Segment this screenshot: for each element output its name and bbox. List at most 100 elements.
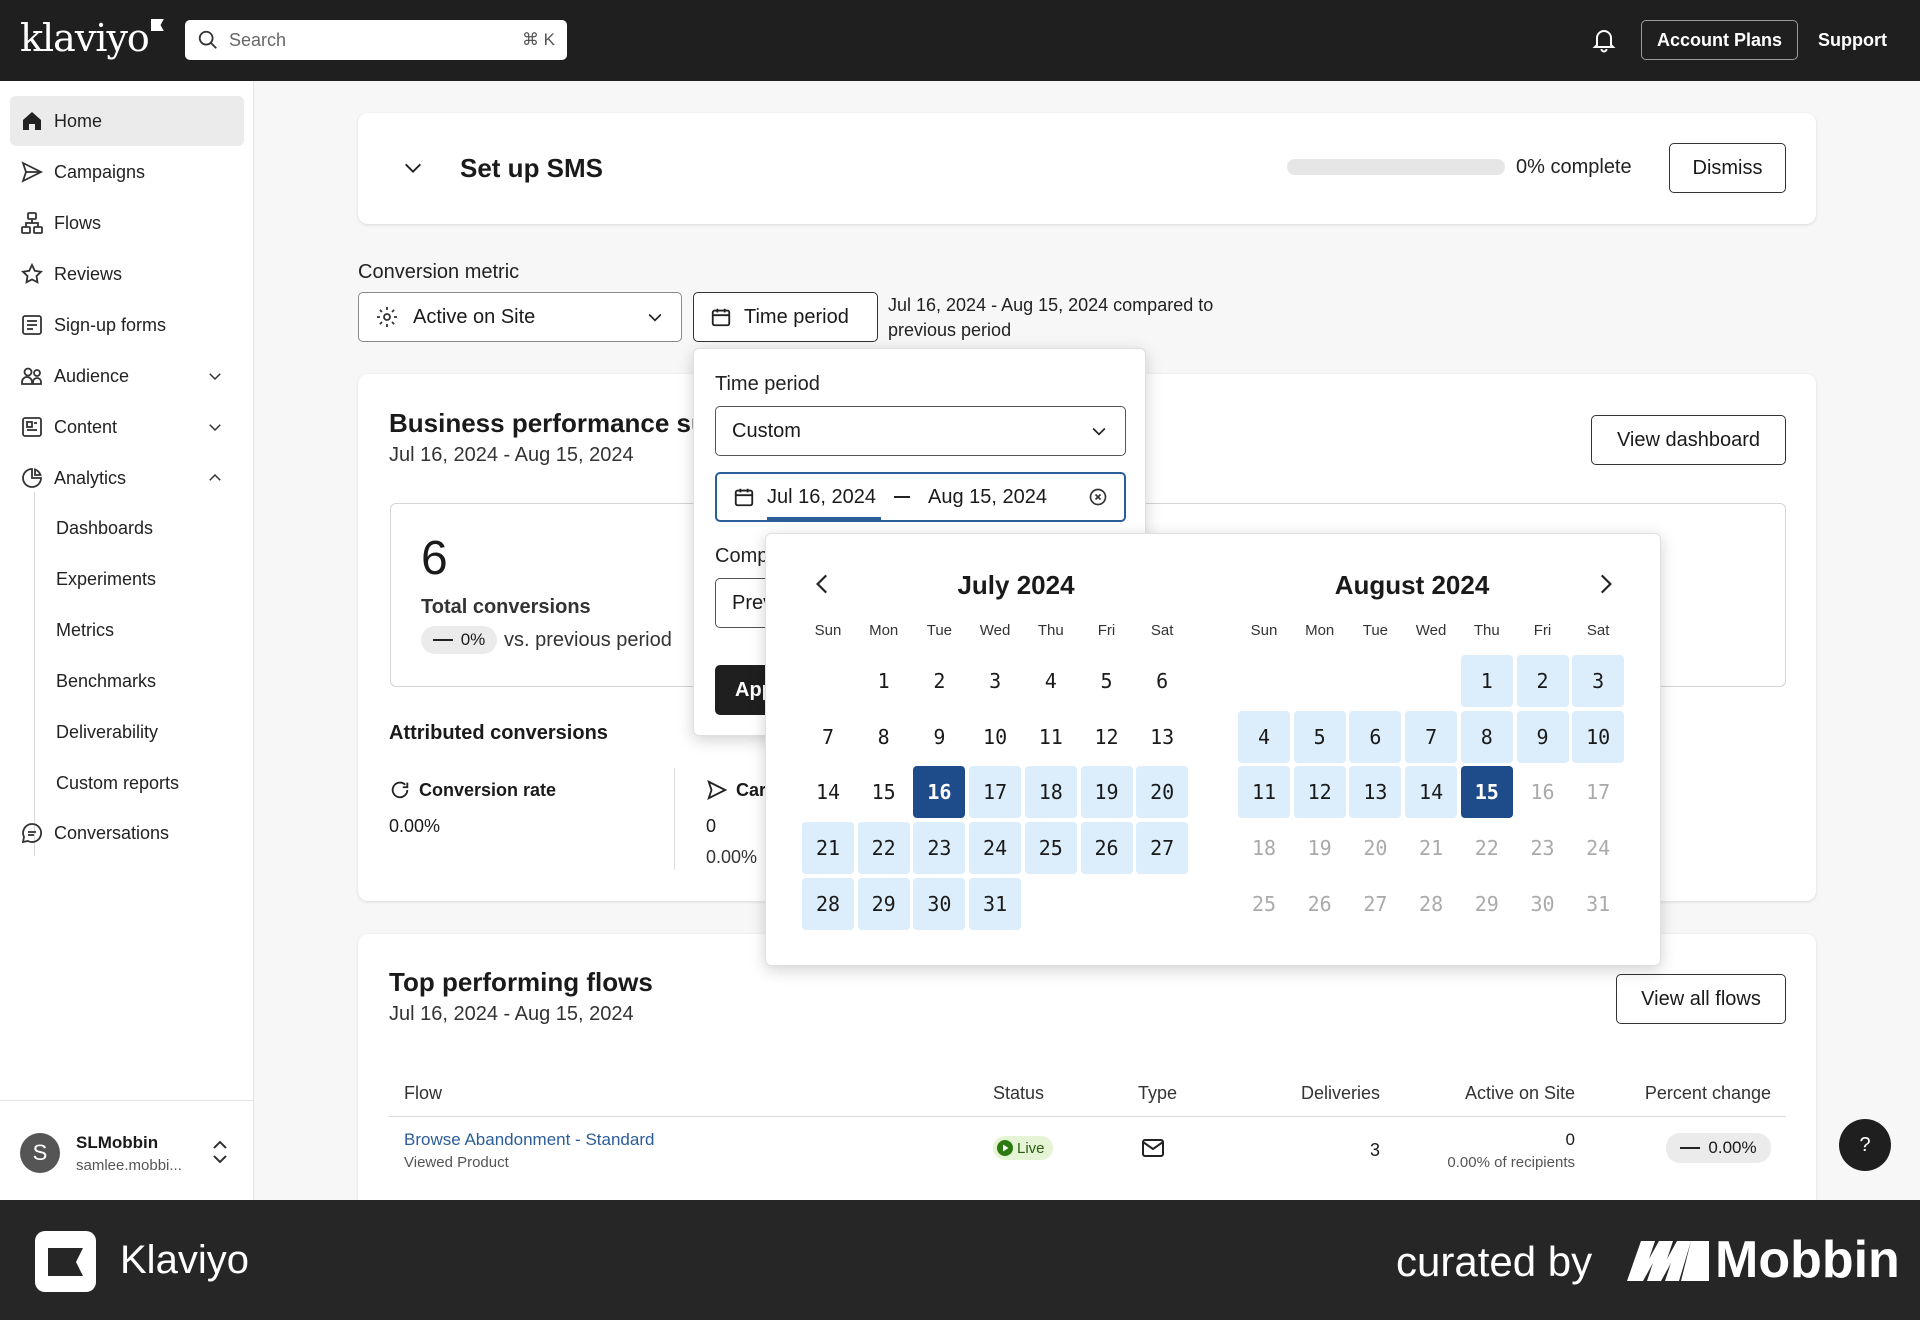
calendar-day[interactable]: 7 [1405,710,1458,763]
calendar-day[interactable]: 27 [1136,822,1189,875]
calendar-day[interactable]: 5 [1293,710,1346,763]
calendar-day[interactable]: 14 [1405,766,1458,819]
sidebar-item-home[interactable]: Home [10,96,244,146]
sidebar-subitem-experiments[interactable]: Experiments [56,569,156,590]
calendar-day[interactable]: 5 [1081,655,1133,707]
send-icon [707,779,728,801]
search-placeholder: Search [229,29,287,50]
calendar-day[interactable]: 9 [1516,710,1569,763]
calendar-day[interactable]: 29 [857,877,910,930]
calendar-day[interactable]: 7 [802,711,854,763]
col-header-deliveries[interactable]: Deliveries [1240,1083,1380,1104]
calendar-day[interactable]: 10 [969,711,1021,763]
sidebar-item-campaigns[interactable]: Campaigns [10,147,244,197]
sidebar-item-content[interactable]: Content [10,402,244,452]
calendar-day[interactable]: 1 [1460,655,1513,707]
flow-trigger: Viewed Product [404,1154,509,1171]
view-all-flows-button[interactable]: View all flows [1616,974,1786,1024]
calendar-day[interactable]: 18 [1024,766,1077,819]
sidebar-subitem-benchmarks[interactable]: Benchmarks [56,671,156,692]
conversion-rate-label: Conversion rate [419,779,557,800]
calendar-day[interactable]: 31 [969,877,1022,930]
help-button[interactable]: ? [1839,1119,1891,1171]
calendar-day[interactable]: 4 [1238,710,1290,763]
col-header-type[interactable]: Type [1138,1083,1177,1104]
calendar-day[interactable]: 15 [1460,766,1513,819]
calendar-day[interactable]: 9 [913,711,965,763]
calendar-day[interactable]: 3 [1572,655,1625,707]
calendar-day[interactable]: 4 [1025,655,1077,707]
calendar-day[interactable]: 21 [802,822,854,875]
sidebar-item-audience[interactable]: Audience [10,351,244,401]
calendar-day[interactable]: 11 [1238,766,1290,819]
time-period-select[interactable]: Custom [715,406,1126,456]
sidebar-subitem-deliverability[interactable]: Deliverability [56,722,158,743]
calendar-day[interactable]: 2 [913,655,965,707]
calendar-day[interactable]: 30 [913,877,966,930]
calendar-day[interactable]: 19 [1080,766,1133,819]
col-header-active-on-site[interactable]: Active on Site [1400,1083,1575,1104]
avatar: S [20,1133,60,1173]
klaviyo-logo[interactable]: klaviyo [20,16,164,60]
search-bar[interactable]: Search ⌘ K [185,20,567,60]
sidebar-item-reviews[interactable]: Reviews [10,249,244,299]
calendar-day[interactable]: 1 [858,655,910,707]
sidebar-item-flows[interactable]: Flows [10,198,244,248]
view-dashboard-button[interactable]: View dashboard [1591,415,1786,465]
account-plans-button[interactable]: Account Plans [1641,20,1798,60]
calendar-day[interactable]: 8 [1460,710,1513,763]
end-date-field[interactable]: Aug 15, 2024 [928,486,1088,509]
sidebar-item-signup-forms[interactable]: Sign-up forms [10,300,244,350]
calendar-day[interactable]: 28 [802,877,854,930]
sidebar-subitem-metrics[interactable]: Metrics [56,620,114,641]
chevron-down-icon[interactable] [400,157,426,179]
business-performance-date: Jul 16, 2024 - Aug 15, 2024 [389,444,634,466]
calendar-day[interactable]: 12 [1081,711,1133,763]
sidebar-subitem-dashboards[interactable]: Dashboards [56,518,153,539]
calendar-day[interactable]: 20 [1136,766,1189,819]
calendar-day[interactable]: 2 [1516,655,1569,707]
calendar-day[interactable]: 11 [1025,711,1077,763]
clear-icon[interactable] [1088,487,1108,507]
start-date-field[interactable]: Jul 16, 2024 [767,486,876,509]
notifications-bell-icon[interactable] [1592,27,1616,58]
dismiss-button[interactable]: Dismiss [1669,143,1786,193]
calendar-day[interactable]: 15 [858,766,910,818]
calendar-day[interactable]: 22 [857,822,910,875]
calendar-day[interactable]: 6 [1136,655,1188,707]
calendar-day[interactable]: 25 [1024,822,1077,875]
col-header-percent-change[interactable]: Percent change [1590,1083,1771,1104]
calendar-day[interactable]: 23 [913,822,966,875]
deliveries-value: 3 [1369,1140,1380,1160]
flows-icon [21,212,43,234]
calendar-day[interactable]: 13 [1136,711,1188,763]
date-range-input[interactable]: Jul 16, 2024 Aug 15, 2024 [715,472,1126,522]
col-header-flow[interactable]: Flow [404,1083,442,1104]
support-link[interactable]: Support [1818,30,1887,51]
user-name: SLMobbin [76,1133,159,1152]
calendar-day[interactable]: 13 [1349,766,1402,819]
calendar-day[interactable]: 24 [969,822,1022,875]
time-period-button[interactable]: Time period [693,292,878,342]
calendar-day[interactable]: 12 [1293,766,1346,819]
user-menu[interactable]: S SLMobbin samlee.mobbi... [0,1100,254,1200]
weekday-tue: Tue [926,622,953,639]
calendar-day: 28 [1419,891,1444,916]
calendar-day[interactable]: 17 [969,766,1022,819]
calendar-day[interactable]: 6 [1349,710,1402,763]
calendar-day[interactable]: 16 [913,766,966,819]
weekday-fri: Fri [1097,622,1116,639]
col-header-status[interactable]: Status [993,1083,1044,1104]
calendar-day[interactable]: 14 [802,766,854,818]
sidebar-subitem-custom-reports[interactable]: Custom reports [56,773,179,794]
calendar-day[interactable]: 10 [1572,710,1625,763]
flow-name-link[interactable]: Browse Abandonment - Standard [404,1130,654,1150]
sidebar-item-analytics[interactable]: Analytics [10,453,244,503]
sidebar-item-conversations[interactable]: Conversations [10,808,244,858]
calendar-day[interactable]: 3 [969,655,1021,707]
calendar-day[interactable]: 8 [858,711,910,763]
conversion-metric-select[interactable]: Active on Site [358,292,682,342]
campaigns-metric-header: Car [706,779,766,801]
search-shortcut: ⌘ K [521,30,555,49]
calendar-day[interactable]: 26 [1080,822,1133,875]
